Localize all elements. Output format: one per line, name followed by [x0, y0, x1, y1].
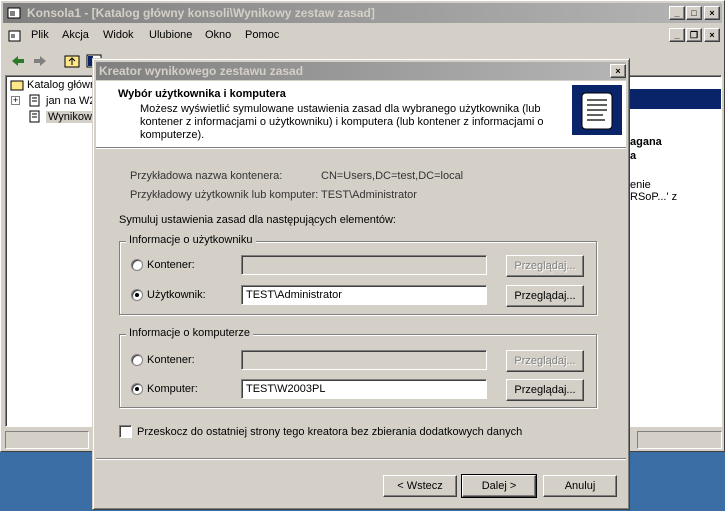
menu-bar: Plik Akcja Widok Ulubione Okno Pomoc _ ❐…: [3, 25, 722, 47]
menu-plik[interactable]: Plik: [31, 29, 49, 41]
sample-user-value: TEST\Administrator: [321, 189, 417, 201]
menu-pomoc[interactable]: Pomoc: [245, 29, 279, 41]
sample-container-value: CN=Users,DC=test,DC=local: [321, 170, 464, 182]
rsop-scroll-icon: [29, 94, 40, 107]
next-button[interactable]: Dalej >: [461, 474, 537, 498]
computer-container-field[interactable]: [241, 350, 487, 370]
user-label: Użytkownik:: [147, 289, 206, 301]
child-restore-button[interactable]: ❐: [686, 28, 702, 42]
back-arrow-icon[interactable]: [9, 52, 27, 70]
tree-item-root[interactable]: Katalog główn: [27, 79, 96, 91]
mmc-title: Konsola1 - [Katalog główny konsoli\Wynik…: [27, 6, 375, 20]
console-menu-icon[interactable]: [7, 28, 23, 44]
tree-item-wynikowy[interactable]: Wynikowy: [46, 111, 96, 123]
header-separator: [96, 147, 626, 149]
up-folder-icon[interactable]: [63, 52, 81, 70]
wizard-page-description: Możesz wyświetlić symulowane ustawienia …: [140, 103, 544, 141]
user-browse-button[interactable]: Przeglądaj...: [506, 285, 584, 307]
dialog-title: Kreator wynikowego zestawu zasad: [99, 64, 304, 78]
user-container-field[interactable]: [241, 255, 487, 275]
child-minimize-button[interactable]: _: [669, 28, 685, 42]
menu-ulubione[interactable]: Ulubione: [149, 29, 192, 41]
back-button[interactable]: < Wstecz: [383, 475, 457, 497]
computer-field[interactable]: TEST\W2003PL: [241, 379, 487, 399]
sample-user-label: Przykładowy użytkownik lub komputer:: [130, 189, 319, 201]
sample-container-label: Przykładowa nazwa kontenera:: [130, 170, 283, 182]
user-info-legend: Informacje o użytkowniku: [126, 234, 256, 246]
wizard-page-title: Wybór użytkownika i komputera: [118, 88, 286, 100]
computer-container-radio[interactable]: [131, 354, 143, 366]
dialog-close-button[interactable]: ×: [610, 64, 626, 78]
rsop-scroll-icon: [29, 110, 40, 123]
menu-akcja[interactable]: Akcja: [62, 29, 89, 41]
skip-checkbox[interactable]: [119, 425, 132, 438]
mmc-title-bar[interactable]: Konsola1 - [Katalog główny konsoli\Wynik…: [3, 3, 722, 23]
user-radio[interactable]: [131, 289, 143, 301]
status-cell: [637, 431, 722, 449]
details-header-band: [628, 89, 721, 109]
wizard-header: Wybór użytkownika i komputera Możesz wyś…: [96, 81, 626, 147]
dialog-title-bar[interactable]: Kreator wynikowego zestawu zasad ×: [96, 62, 626, 80]
minimize-button[interactable]: _: [669, 6, 685, 20]
menu-widok[interactable]: Widok: [103, 29, 134, 41]
computer-container-browse-button[interactable]: Przeglądaj...: [506, 350, 584, 372]
details-text: agana: [630, 136, 662, 148]
user-field[interactable]: TEST\Administrator: [241, 285, 487, 305]
close-button[interactable]: ×: [704, 6, 720, 20]
user-container-label: Kontener:: [147, 259, 195, 271]
footer-separator: [96, 458, 626, 460]
menu-okno[interactable]: Okno: [205, 29, 231, 41]
details-text: a: [630, 150, 637, 162]
user-container-browse-button[interactable]: Przeglądaj...: [506, 255, 584, 277]
details-text: RSoP...' z: [630, 191, 678, 203]
scroll-document-icon: [572, 85, 622, 135]
status-cell: [5, 431, 89, 449]
details-text: enie: [630, 179, 651, 191]
console-tree-pane: Katalog główn + jan na W2 Wynikowy: [5, 75, 97, 427]
maximize-button[interactable]: □: [686, 6, 702, 20]
details-pane: agana a enie RSoP...' z: [627, 75, 722, 427]
simulate-label: Symuluj ustawienia zasad dla następujący…: [119, 214, 396, 226]
console-app-icon: [7, 7, 21, 19]
rsop-wizard-dialog: Kreator wynikowego zestawu zasad × Wybór…: [92, 58, 630, 510]
computer-radio[interactable]: [131, 383, 143, 395]
cancel-button[interactable]: Anuluj: [543, 475, 617, 497]
computer-label: Komputer:: [147, 383, 198, 395]
child-close-button[interactable]: ×: [704, 28, 720, 42]
skip-label: Przeskocz do ostatniej strony tego kreat…: [137, 426, 523, 438]
computer-browse-button[interactable]: Przeglądaj...: [506, 379, 584, 401]
forward-arrow-icon[interactable]: [31, 52, 49, 70]
folder-icon: [10, 80, 24, 91]
computer-container-label: Kontener:: [147, 354, 195, 366]
user-container-radio[interactable]: [131, 259, 143, 271]
tree-expand-icon[interactable]: +: [11, 96, 20, 105]
tree-item-jan[interactable]: jan na W2: [46, 95, 96, 107]
computer-info-legend: Informacje o komputerze: [126, 327, 254, 339]
